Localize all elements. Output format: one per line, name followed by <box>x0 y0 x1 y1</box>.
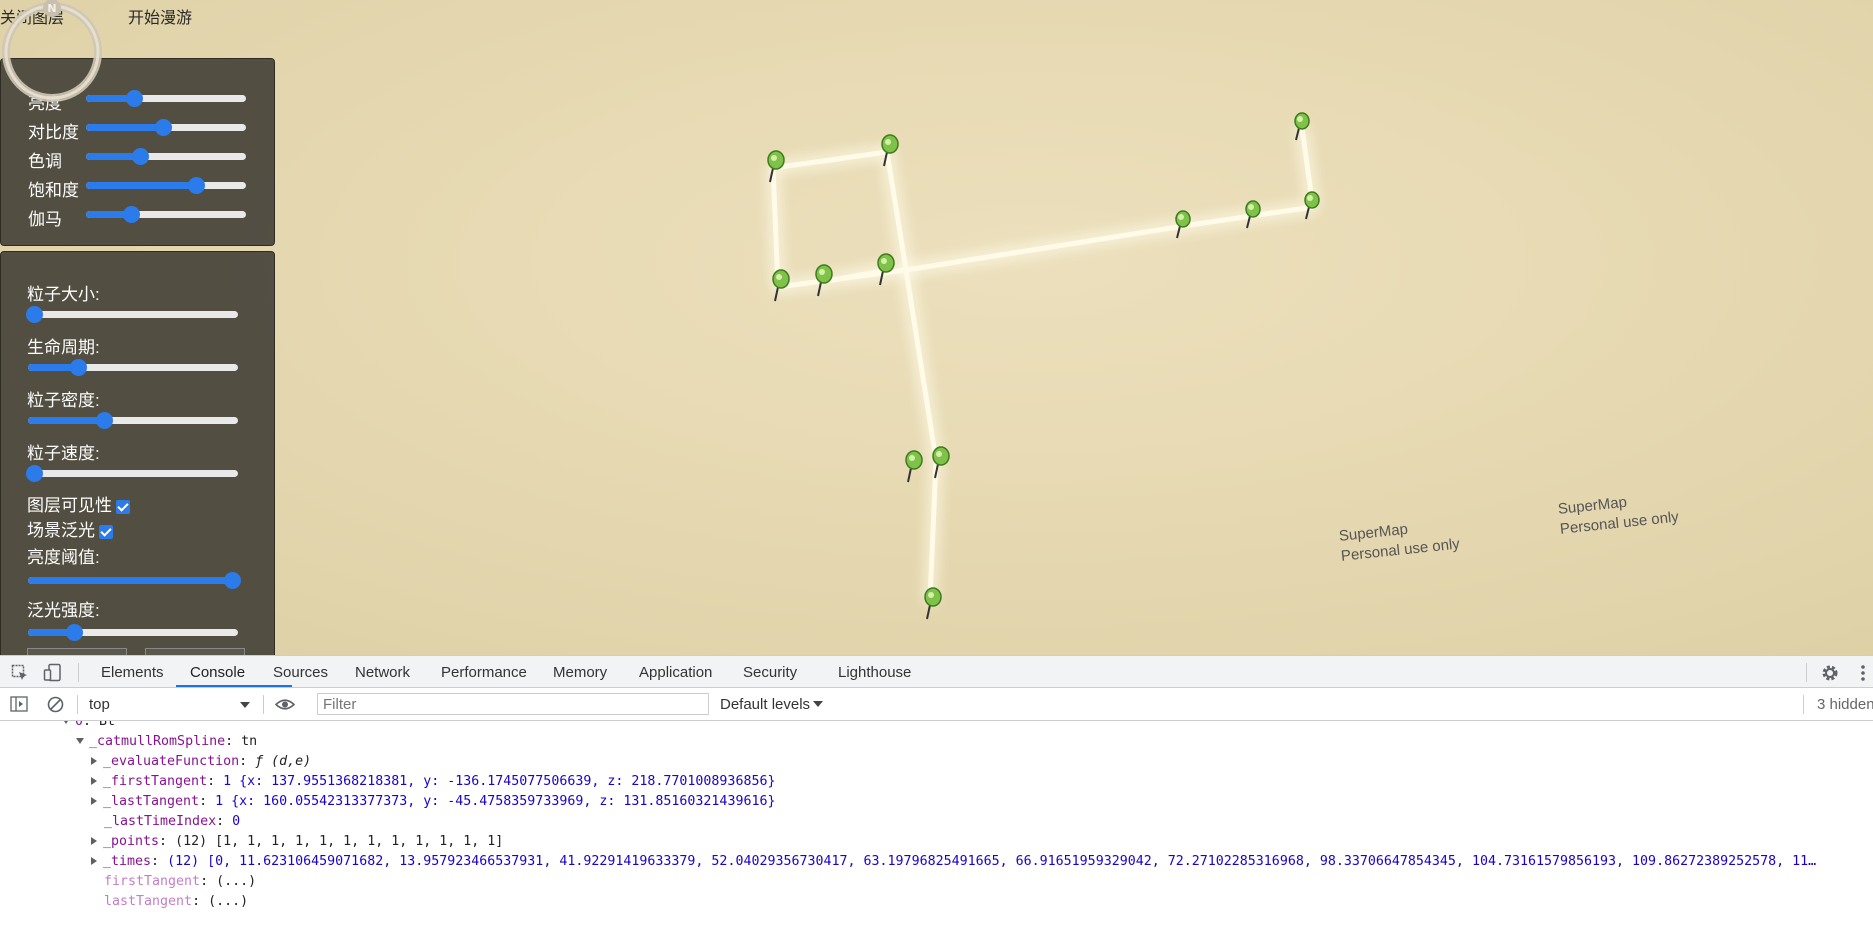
gamma-slider[interactable] <box>86 206 246 223</box>
more-options-icon[interactable] <box>1860 663 1866 683</box>
console-line[interactable]: 0: Bt <box>62 721 115 732</box>
scene-bloom-label: 场景泛光 <box>27 521 95 540</box>
pushpin-icon[interactable] <box>877 253 895 286</box>
particle-density-slider[interactable] <box>28 412 238 429</box>
bloom-strength-slider[interactable] <box>28 624 238 641</box>
compass-icon[interactable]: N <box>0 0 104 104</box>
pushpin-icon[interactable] <box>772 269 790 302</box>
console-line[interactable]: _catmullRomSpline: tn <box>76 732 257 752</box>
gamma-row: 伽马 <box>1 199 276 229</box>
contrast-label: 对比度 <box>28 123 79 142</box>
saturation-row: 饱和度 <box>1 170 276 200</box>
console-line[interactable]: _points: (12) [1, 1, 1, 1, 1, 1, 1, 1, 1… <box>91 832 503 852</box>
particle-settings-panel: 粒子大小: 生命周期: 粒子密度: 粒子速度: 图层可见性 场景泛光 亮度阈值:… <box>0 251 275 655</box>
device-toolbar-icon[interactable] <box>43 663 63 683</box>
brightness-threshold-label: 亮度阈值: <box>27 548 100 567</box>
tab-elements[interactable]: Elements <box>101 664 164 681</box>
pushpin-icon[interactable] <box>881 134 899 167</box>
active-tab-indicator <box>176 685 292 687</box>
pushpin-icon[interactable] <box>932 446 950 479</box>
pushpin-icon[interactable] <box>1304 191 1320 220</box>
devtools-tabbar: Elements Console Sources Network Performance… <box>0 655 1873 688</box>
live-expression-eye-icon[interactable] <box>275 698 295 711</box>
particle-speed-label: 粒子速度: <box>27 444 100 463</box>
context-dropdown-icon[interactable] <box>240 702 250 708</box>
panel-button[interactable] <box>27 648 127 655</box>
console-line: _lastTimeIndex: 0 <box>104 814 241 829</box>
bloom-strength-label: 泛光强度: <box>27 601 100 620</box>
console-line[interactable]: _firstTangent: 1 {x: 137.9551368218381, … <box>91 772 775 792</box>
tab-security[interactable]: Security <box>743 664 797 681</box>
contrast-slider[interactable] <box>86 119 246 136</box>
saturation-slider[interactable] <box>86 177 246 194</box>
particle-size-label: 粒子大小: <box>27 285 100 304</box>
inspect-element-icon[interactable] <box>11 664 29 682</box>
contrast-row: 对比度 <box>1 112 276 142</box>
particle-density-label: 粒子密度: <box>27 391 100 410</box>
saturation-label: 饱和度 <box>28 181 79 200</box>
brightness-threshold-slider[interactable] <box>28 572 241 589</box>
clear-console-icon[interactable] <box>47 696 64 713</box>
pushpin-icon[interactable] <box>767 150 785 183</box>
panel-button[interactable] <box>145 648 245 655</box>
hue-label: 色调 <box>28 152 62 171</box>
tab-application[interactable]: Application <box>639 664 712 681</box>
levels-dropdown-icon[interactable] <box>813 701 823 707</box>
settings-gear-icon[interactable] <box>1820 663 1840 683</box>
scene-bloom-checkbox[interactable] <box>99 524 113 539</box>
console-toolbar: top Filter Default levels 3 hidden <box>0 688 1873 721</box>
tab-network[interactable]: Network <box>355 664 410 681</box>
layer-visible-row: 图层可见性 <box>27 491 130 516</box>
hidden-count: 3 hidden <box>1817 696 1873 713</box>
lifetime-slider[interactable] <box>28 359 238 376</box>
particle-speed-slider[interactable] <box>26 465 238 482</box>
devtools-panel: Elements Console Sources Network Performance… <box>0 655 1873 928</box>
layer-visible-label: 图层可见性 <box>27 496 112 515</box>
pushpin-icon[interactable] <box>815 264 833 297</box>
console-line[interactable]: _times: (12) [0, 11.623106459071682, 13.… <box>91 852 1868 872</box>
pushpin-icon[interactable] <box>1175 210 1191 239</box>
particle-size-slider[interactable] <box>26 306 238 323</box>
console-line[interactable]: lastTangent: (...) <box>104 892 248 912</box>
context-select[interactable]: top <box>89 696 110 713</box>
pushpin-markers <box>767 112 1320 620</box>
lifetime-label: 生命周期: <box>27 338 100 357</box>
log-levels-select[interactable]: Default levels <box>720 696 810 713</box>
console-output: 0: Bt _catmullRomSpline: tn _evaluateFun… <box>0 721 1873 928</box>
brightness-slider[interactable] <box>86 90 246 107</box>
layer-visible-checkbox[interactable] <box>116 499 130 514</box>
compass-north-label: N <box>47 2 56 15</box>
pushpin-icon[interactable] <box>905 450 923 483</box>
tab-console[interactable]: Console <box>190 664 245 681</box>
pushpin-icon[interactable] <box>1245 200 1261 229</box>
console-line[interactable]: _evaluateFunction: ƒ (d,e) <box>91 752 311 772</box>
start-roam-link[interactable]: 开始漫游 <box>128 4 192 28</box>
gamma-label: 伽马 <box>28 210 62 229</box>
hue-slider[interactable] <box>86 148 246 165</box>
show-sidebar-icon[interactable] <box>10 696 28 712</box>
pushpin-icon[interactable] <box>1294 112 1310 141</box>
hue-row: 色调 <box>1 141 276 171</box>
console-line[interactable]: firstTangent: (...) <box>104 872 256 892</box>
console-line[interactable]: _lastTangent: 1 {x: 160.05542313377373, … <box>91 792 775 812</box>
scene-bloom-row: 场景泛光 <box>27 516 113 541</box>
pushpin-icon[interactable] <box>924 587 942 620</box>
tab-sources[interactable]: Sources <box>273 664 328 681</box>
3d-scene-viewport[interactable]: 关闭图层 开始漫游 亮度 对比度 色调 饱和度 伽马 粒子大小: 生命周期: 粒子密度:… <box>0 0 1873 655</box>
tab-memory[interactable]: Memory <box>553 664 607 681</box>
console-filter-input[interactable]: Filter <box>317 693 709 715</box>
tab-lighthouse[interactable]: Lighthouse <box>838 664 911 681</box>
tab-performance[interactable]: Performance <box>441 664 527 681</box>
